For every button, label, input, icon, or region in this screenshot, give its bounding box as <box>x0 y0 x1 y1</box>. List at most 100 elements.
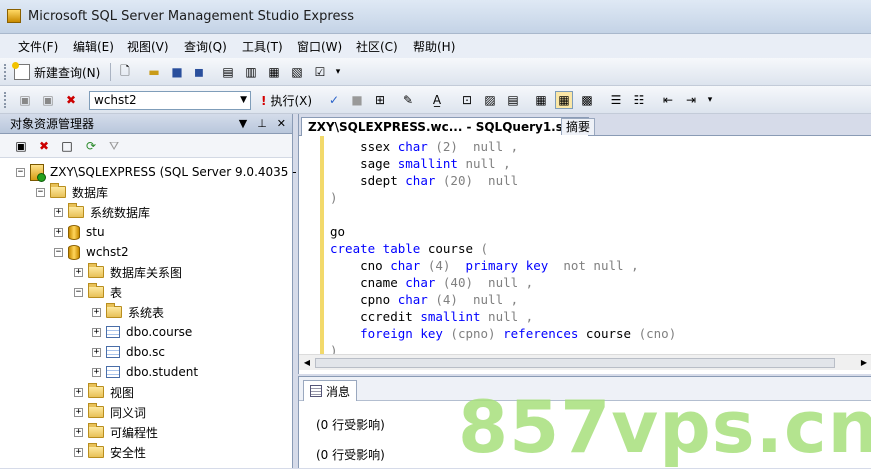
tree-node[interactable]: + 同义词 <box>74 402 146 422</box>
show-messages-button[interactable]: ▩ <box>578 91 596 109</box>
tab-messages[interactable]: 消息 <box>303 380 358 401</box>
horizontal-scrollbar[interactable]: ◀ ▶ <box>299 354 871 370</box>
refresh-icon: ⟳ <box>85 139 97 153</box>
toolbar-grip[interactable] <box>4 92 8 108</box>
menu-query[interactable]: 查询(Q) <box>184 38 227 55</box>
change-connection-button[interactable]: ✖ <box>62 91 80 109</box>
menu-tools[interactable]: 工具(T) <box>242 38 283 55</box>
uncomment-button[interactable]: ☷ <box>630 91 648 109</box>
scroll-right-icon[interactable]: ▶ <box>858 357 870 369</box>
sql-token: (20) null <box>435 173 519 188</box>
sql-keyword: foreign key <box>360 326 443 341</box>
tree-node[interactable]: + 安全性 <box>74 442 146 462</box>
connect-button[interactable]: ▣ <box>12 137 30 155</box>
results-to-file-button[interactable]: ▦ <box>555 91 573 109</box>
collapse-icon[interactable]: − <box>16 167 25 177</box>
tree-node[interactable]: + dbo.sc <box>92 342 165 362</box>
design-query-button[interactable]: ✎ <box>399 91 417 109</box>
collapse-icon[interactable]: − <box>54 247 63 257</box>
display-plan-button[interactable]: ⊞ <box>371 91 389 109</box>
code-line: cname char (40) null , <box>330 274 533 291</box>
expand-icon[interactable]: + <box>54 207 63 217</box>
results-to-text-button[interactable]: ▤ <box>504 91 522 109</box>
cancel-query-button[interactable]: ■ <box>348 91 366 109</box>
disconnect-button[interactable]: ▣ <box>39 91 57 109</box>
save-button[interactable]: ■ <box>168 63 186 81</box>
toolbar-grip[interactable] <box>4 64 8 80</box>
tree-node[interactable]: + stu <box>54 222 105 242</box>
save-all-button[interactable]: ◼ <box>190 63 208 81</box>
comment-button[interactable]: ☰ <box>607 91 625 109</box>
expand-icon[interactable]: + <box>92 327 101 337</box>
tree-node-label: stu <box>86 225 105 239</box>
results-to-file-icon: ▦ <box>558 93 570 107</box>
tree-node[interactable]: − 表 <box>74 282 122 302</box>
tree-node[interactable]: − 数据库 <box>36 182 108 202</box>
tree-node[interactable]: + dbo.student <box>92 362 198 382</box>
expand-icon[interactable]: + <box>74 267 83 277</box>
sql-token: null , <box>457 156 511 171</box>
increase-indent-button[interactable]: ⇥ <box>682 91 700 109</box>
menu-view[interactable]: 视图(V) <box>127 38 169 55</box>
expand-icon[interactable]: + <box>92 347 101 357</box>
tree-node[interactable]: + 可编程性 <box>74 422 158 442</box>
tree-node[interactable]: + 系统数据库 <box>54 202 150 222</box>
menu-help[interactable]: 帮助(H) <box>413 38 455 55</box>
expand-icon[interactable]: + <box>74 447 83 457</box>
results-to-grid-button[interactable]: ▦ <box>532 91 550 109</box>
tree-node[interactable]: + dbo.course <box>92 322 192 342</box>
tree-node[interactable]: + 视图 <box>74 382 134 402</box>
menu-edit[interactable]: 编辑(E) <box>73 38 114 55</box>
pin-icon[interactable]: ⊥ <box>257 114 267 134</box>
menu-window[interactable]: 窗口(W) <box>297 38 342 55</box>
close-icon[interactable]: ✕ <box>277 114 286 134</box>
template-explorer-button[interactable]: ▦ <box>265 63 283 81</box>
expand-icon[interactable]: + <box>92 307 101 317</box>
connect-button[interactable]: ▣ <box>16 91 34 109</box>
template-icon: ▦ <box>268 65 280 79</box>
panel-menu-icon[interactable]: ▼ <box>239 114 247 134</box>
properties-button[interactable]: ☑ <box>311 63 329 81</box>
stop-icon: ■ <box>351 93 363 107</box>
code-line: cno char (4) primary key not null , <box>330 257 639 274</box>
tree-node[interactable]: + 数据库关系图 <box>74 262 182 282</box>
expand-icon[interactable]: + <box>54 227 63 237</box>
new-file-button[interactable]: 🗋 <box>116 63 134 81</box>
parse-button[interactable]: ✓ <box>325 91 343 109</box>
execution-plan-icon: ⊞ <box>374 93 386 107</box>
toolbar-overflow-button[interactable]: ▾ <box>333 63 343 81</box>
tab-sqlquery1[interactable]: ZXY\SQLEXPRESS.wc... - SQLQuery1.sql* <box>301 117 589 136</box>
refresh-button[interactable]: ⟳ <box>82 137 100 155</box>
new-query-button[interactable]: 新建查询(N) <box>12 62 100 81</box>
menu-file[interactable]: 文件(F) <box>18 38 58 55</box>
summary-button[interactable]: ▧ <box>288 63 306 81</box>
specify-values-button[interactable]: A̲ <box>428 91 446 109</box>
folder-icon <box>106 303 122 318</box>
disconnect-button[interactable]: ✖ <box>35 137 53 155</box>
include-plan-button[interactable]: ⊡ <box>458 91 476 109</box>
execute-button[interactable]: ! 执行(X) <box>261 92 312 109</box>
scrollbar-thumb[interactable] <box>315 358 835 368</box>
expand-icon[interactable]: + <box>92 367 101 377</box>
decrease-indent-button[interactable]: ⇤ <box>659 91 677 109</box>
registered-servers-button[interactable]: ▤ <box>219 63 237 81</box>
client-stats-button[interactable]: ▨ <box>481 91 499 109</box>
menu-community[interactable]: 社区(C) <box>356 38 398 55</box>
tree-node[interactable]: − wchst2 <box>54 242 129 262</box>
open-file-button[interactable]: ▬ <box>145 63 163 81</box>
stop-button[interactable]: □ <box>58 137 76 155</box>
filter-button[interactable]: ⛛ <box>105 137 123 155</box>
object-explorer-button[interactable]: ▥ <box>242 63 260 81</box>
database-select[interactable]: wchst2 ▼ <box>89 91 251 110</box>
sql-code-area[interactable]: ssex char (2) null , sage smallint null … <box>299 136 871 354</box>
collapse-icon[interactable]: − <box>36 187 45 197</box>
expand-icon[interactable]: + <box>74 427 83 437</box>
expand-icon[interactable]: + <box>74 387 83 397</box>
expand-icon[interactable]: + <box>74 407 83 417</box>
tree-node[interactable]: − ZXY\SQLEXPRESS (SQL Server 9.0.4035 - <box>16 162 297 182</box>
tab-summary[interactable]: 摘要 <box>561 118 596 135</box>
toolbar-overflow-button[interactable]: ▾ <box>705 91 715 109</box>
scroll-left-icon[interactable]: ◀ <box>301 357 313 369</box>
tree-node[interactable]: + 系统表 <box>92 302 164 322</box>
collapse-icon[interactable]: − <box>74 287 83 297</box>
